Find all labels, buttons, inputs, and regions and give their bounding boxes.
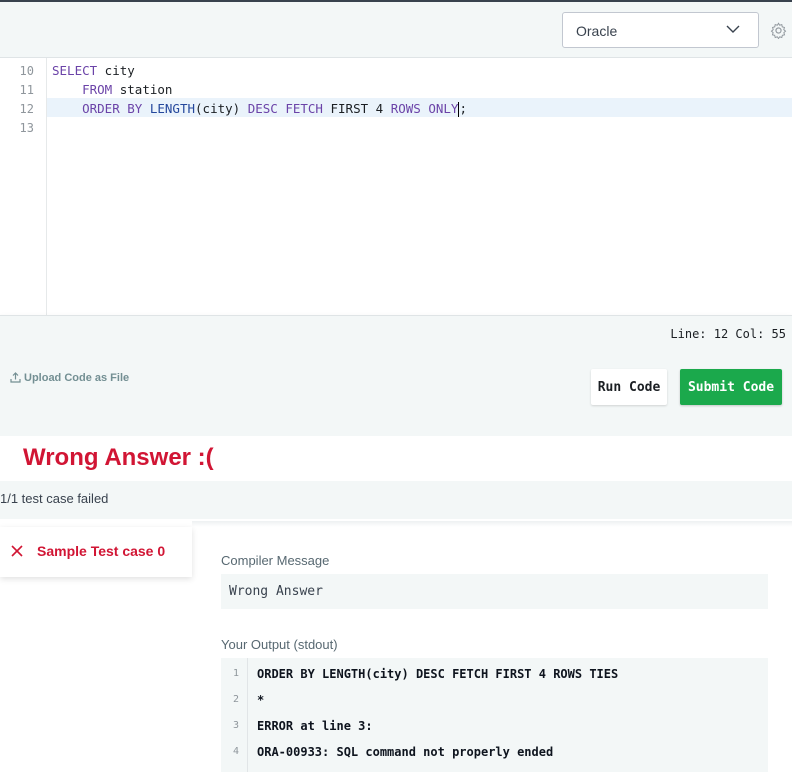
output-line: 1 ORDER BY LENGTH(city) DESC FETCH FIRST …	[221, 663, 768, 689]
line-number: 12	[19, 102, 34, 116]
sql-keyword: FROM	[82, 82, 113, 97]
chevron-down-icon	[726, 25, 740, 33]
upload-icon	[10, 372, 21, 383]
sql-function: LENGTH	[149, 101, 196, 116]
code-line[interactable]: SELECT city	[52, 61, 135, 80]
output-label: Your Output (stdout)	[221, 637, 338, 652]
code-text: (city)	[195, 101, 248, 116]
test-summary-bar: 1/1 test case failed	[0, 481, 792, 519]
code-text: FIRST 4	[322, 101, 391, 116]
cursor-position: Line: 12 Col: 55	[670, 327, 786, 341]
line-number: 11	[19, 83, 34, 97]
panel-divider	[192, 521, 792, 527]
compiler-message: Wrong Answer	[229, 584, 323, 599]
output-box: 1 ORDER BY LENGTH(city) DESC FETCH FIRST …	[221, 658, 768, 772]
test-summary: 1/1 test case failed	[0, 491, 109, 506]
editor-toolbar: Oracle	[0, 0, 792, 58]
sql-keyword: ORDER BY	[82, 101, 143, 116]
editor-status-bar: Line: 12 Col: 55	[0, 315, 792, 351]
line-number: 10	[19, 64, 34, 78]
code-editor[interactable]: 10 SELECT city 11 FROM station 12 ORDER BY …	[0, 58, 792, 315]
compiler-message-label: Compiler Message	[221, 553, 330, 568]
submit-code-button[interactable]: Submit Code	[680, 369, 782, 405]
sql-keyword: ROWS ONLY	[390, 101, 459, 116]
output-line-number: 3	[232, 720, 239, 731]
output-line: 4 ORA-00933: SQL command not properly end…	[221, 741, 768, 767]
output-line-text: *	[257, 693, 265, 707]
output-line-text: ERROR at line 3:	[257, 719, 373, 733]
result-title: Wrong Answer :(	[23, 444, 214, 471]
tab-sample-test-case-0[interactable]: Sample Test case 0	[0, 527, 192, 577]
language-select[interactable]: Oracle	[562, 12, 759, 48]
code-text: city	[97, 63, 135, 78]
output-line-number: 1	[232, 668, 239, 679]
compiler-message-box: Wrong Answer	[221, 574, 768, 609]
output-line: 2 *	[221, 689, 768, 715]
gear-icon[interactable]	[770, 22, 787, 39]
output-line: 3 ERROR at line 3:	[221, 715, 768, 741]
line-number: 13	[19, 121, 34, 135]
upload-code-label: Upload Code as File	[24, 372, 130, 384]
sql-keyword: SELECT	[52, 63, 98, 78]
output-line-text: ORA-00933: SQL command not properly ende…	[257, 745, 554, 759]
test-case-label: Sample Test case 0	[37, 543, 166, 559]
code-line[interactable]: ORDER BY LENGTH(city) DESC FETCH FIRST 4…	[52, 99, 467, 118]
run-code-button[interactable]: Run Code	[591, 369, 667, 405]
output-line-number: 2	[232, 694, 239, 705]
code-text: station	[112, 82, 173, 97]
close-icon	[11, 545, 23, 557]
output-line-text: ORDER BY LENGTH(city) DESC FETCH FIRST 4…	[257, 667, 619, 681]
code-text: ;	[459, 101, 467, 116]
code-actions: Upload Code as File Run Code Submit Code	[0, 351, 792, 436]
sql-keyword: DESC FETCH	[247, 101, 323, 116]
upload-code-link[interactable]: Upload Code as File	[10, 372, 129, 384]
output-line-number: 4	[232, 746, 239, 757]
language-select-value: Oracle	[576, 23, 618, 39]
code-line[interactable]: FROM station	[52, 80, 172, 99]
